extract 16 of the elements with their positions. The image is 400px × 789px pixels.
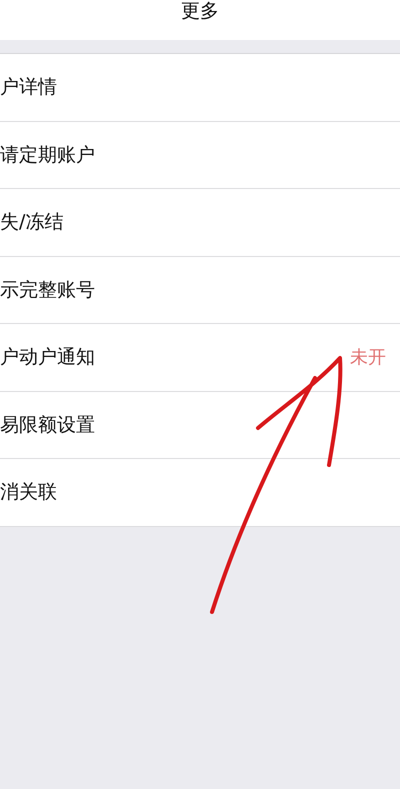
menu-item[interactable]: 消关联 <box>0 459 400 526</box>
menu-item-label: 示完整账号 <box>0 278 95 302</box>
menu-item-label: 失/冻结 <box>0 210 64 235</box>
menu-item-label: 户详情 <box>0 75 57 100</box>
menu-item[interactable]: 示完整账号 <box>0 256 400 324</box>
menu-item-label: 消关联 <box>0 480 57 505</box>
page-title: 更多 <box>181 0 219 22</box>
menu-item-label: 易限额设置 <box>0 412 95 438</box>
menu-item[interactable]: 易限额设置 <box>0 392 400 459</box>
menu-item-label: 请定期账户 <box>0 142 95 168</box>
menu-item-label: 户动户通知 <box>0 345 95 370</box>
menu-item[interactable]: 请定期账户 <box>0 122 400 189</box>
menu-item[interactable]: 户动户通知 未开 <box>0 324 400 392</box>
menu-item[interactable]: 户详情 <box>0 54 400 122</box>
menu-item[interactable]: 失/冻结 <box>0 189 400 256</box>
status-text: 未开 <box>350 346 387 370</box>
